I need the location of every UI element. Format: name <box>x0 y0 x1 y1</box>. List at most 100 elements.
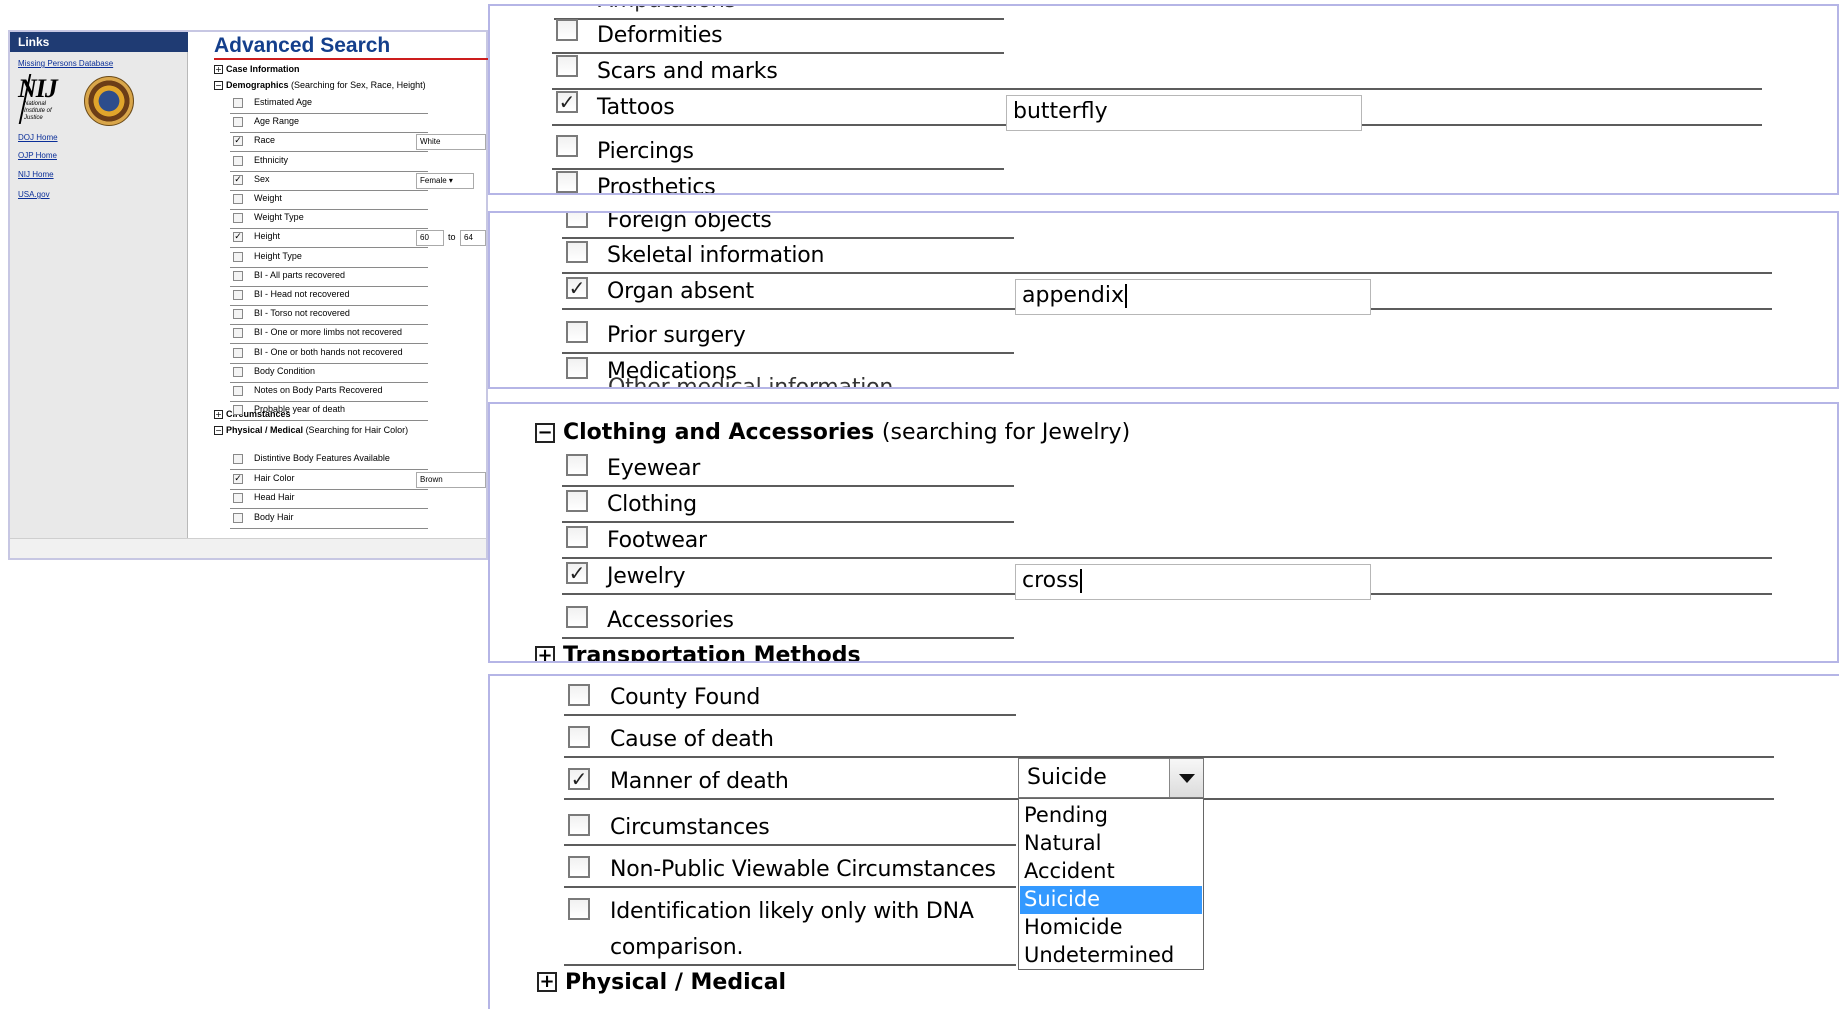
checkbox[interactable] <box>233 347 243 358</box>
option-pending[interactable]: Pending <box>1020 802 1202 830</box>
checkbox[interactable] <box>233 117 243 128</box>
section-case-information[interactable]: Case Information <box>226 64 300 74</box>
sex-select[interactable]: Female ▾ <box>416 172 474 189</box>
page-title: Advanced Search <box>214 34 391 57</box>
checkbox[interactable] <box>233 251 243 262</box>
option-suicide[interactable]: Suicide <box>1020 886 1202 914</box>
doj-seal-icon <box>84 76 134 126</box>
label-county-found: County Found <box>610 685 761 710</box>
section-transportation-methods[interactable]: Transportation Methods <box>563 643 861 661</box>
collapse-icon[interactable]: − <box>214 426 223 435</box>
checkbox[interactable] <box>233 454 243 464</box>
dropdown-arrow-icon[interactable] <box>1169 759 1203 797</box>
checkbox[interactable] <box>233 155 243 166</box>
expand-icon[interactable]: + <box>535 646 555 661</box>
collapse-icon[interactable]: − <box>535 423 555 443</box>
label-footwear: Footwear <box>607 528 707 553</box>
row-divider <box>564 964 1016 966</box>
missing-persons-db-link[interactable]: Missing Persons Database <box>18 59 113 68</box>
small-row-sex: ✓ Sex <box>230 172 428 191</box>
checkbox-deformities[interactable] <box>556 19 578 41</box>
checkbox-skeletal-information[interactable] <box>566 241 588 263</box>
checkbox-manner-of-death[interactable]: ✓ <box>568 768 590 790</box>
checkbox[interactable] <box>233 493 243 503</box>
organ-absent-input[interactable]: appendix <box>1015 279 1371 315</box>
page-footer-bar <box>10 538 486 558</box>
checkbox[interactable] <box>233 328 243 339</box>
checkbox-prior-surgery[interactable] <box>566 321 588 343</box>
title-rule <box>214 58 494 60</box>
checkbox-organ-absent[interactable]: ✓ <box>566 277 588 299</box>
checkbox[interactable]: ✓ <box>233 232 243 243</box>
row-label: Race <box>254 135 276 146</box>
checkbox[interactable]: ✓ <box>233 473 243 484</box>
row-label: Ethnicity <box>254 154 289 165</box>
checkbox[interactable] <box>233 309 243 320</box>
link-usa-gov[interactable]: USA.gov <box>18 190 50 199</box>
checkbox-footwear[interactable] <box>566 526 588 548</box>
option-homicide[interactable]: Homicide <box>1020 914 1202 942</box>
small-row-ethnicity: Ethnicity <box>230 153 428 172</box>
expand-icon[interactable]: + <box>214 65 223 74</box>
checkbox[interactable] <box>233 366 243 377</box>
checkbox[interactable] <box>233 386 243 396</box>
row-label: BI - One or more limbs not recovered <box>254 327 403 338</box>
checkbox[interactable] <box>233 290 243 300</box>
checkbox-circumstances[interactable] <box>568 814 590 836</box>
checkbox[interactable] <box>233 213 243 224</box>
label-scars-and-marks: Scars and marks <box>597 59 778 84</box>
height-from-input[interactable]: 60 <box>416 230 444 247</box>
section-clothing-accessories[interactable]: Clothing and Accessories (searching for … <box>563 420 1130 445</box>
checkbox-prosthetics[interactable] <box>556 171 578 193</box>
checkbox-county-found[interactable] <box>568 684 590 706</box>
small-page-screenshot: Links Missing Persons Database NIJ Natio… <box>8 30 494 560</box>
checkbox[interactable] <box>233 405 243 416</box>
checkbox-identification-likely-only-with-dna[interactable] <box>568 898 590 920</box>
section-demographics[interactable]: Demographics (Searching for Sex, Race, H… <box>226 80 426 90</box>
race-input[interactable]: White <box>416 134 486 151</box>
checkbox-cause-of-death[interactable] <box>568 726 590 748</box>
hair-color-input[interactable]: Brown <box>416 471 486 488</box>
row-label: Weight Type <box>254 212 304 223</box>
expand-icon[interactable]: + <box>214 410 223 419</box>
checkbox-piercings[interactable] <box>556 135 578 157</box>
link-ojp-home[interactable]: OJP Home <box>18 151 57 160</box>
link-doj-home[interactable]: DOJ Home <box>18 133 58 142</box>
height-to-input[interactable]: 64 <box>460 230 486 247</box>
collapse-icon[interactable]: − <box>214 81 223 90</box>
small-row-height: ✓ Height <box>230 229 428 249</box>
checkbox-foreign-objects[interactable] <box>566 213 588 228</box>
link-nij-home[interactable]: NIJ Home <box>18 170 54 179</box>
checkbox[interactable]: ✓ <box>233 174 243 185</box>
checkbox[interactable]: ✓ <box>233 136 243 147</box>
checkbox[interactable] <box>233 194 243 204</box>
checkbox-clothing[interactable] <box>566 490 588 512</box>
row-label: Hair Color <box>254 472 295 483</box>
option-undetermined[interactable]: Undetermined <box>1020 942 1202 970</box>
checkbox-eyewear[interactable] <box>566 454 588 476</box>
row-label: Height <box>254 231 281 242</box>
checkbox-non-public-viewable-circumstances[interactable] <box>568 856 590 878</box>
tattoos-input[interactable]: butterfly <box>1006 95 1362 131</box>
option-natural[interactable]: Natural <box>1020 830 1202 858</box>
label-organ-absent: Organ absent <box>607 279 754 304</box>
section-physical-medical-zoom[interactable]: Physical / Medical <box>565 970 786 995</box>
expand-icon[interactable]: + <box>537 972 557 992</box>
checkbox-tattoos[interactable]: ✓ <box>556 91 578 113</box>
small-row-bi-one-or-more-limbs-not-recovered: BI - One or more limbs not recovered <box>230 325 428 345</box>
checkbox[interactable] <box>233 270 243 281</box>
row-label: BI - All parts recovered <box>254 269 346 280</box>
small-row-bi-head-not-recovered: BI - Head not recovered <box>230 287 428 306</box>
checkbox-medications[interactable] <box>566 357 588 379</box>
option-accident[interactable]: Accident <box>1020 858 1202 886</box>
zoom-panel-marks: Amputations DeformitiesScars and marks✓T… <box>488 4 1839 195</box>
checkbox[interactable] <box>233 98 243 108</box>
checkbox-scars-and-marks[interactable] <box>556 55 578 77</box>
jewelry-input[interactable]: cross <box>1015 564 1371 600</box>
checkbox-jewelry[interactable]: ✓ <box>566 562 588 584</box>
checkbox-accessories[interactable] <box>566 606 588 628</box>
section-physical-medical[interactable]: Physical / Medical (Searching for Hair C… <box>226 425 408 435</box>
checkbox[interactable] <box>233 512 243 523</box>
label-accessories: Accessories <box>607 608 734 633</box>
label-medications: Medications <box>607 359 737 384</box>
